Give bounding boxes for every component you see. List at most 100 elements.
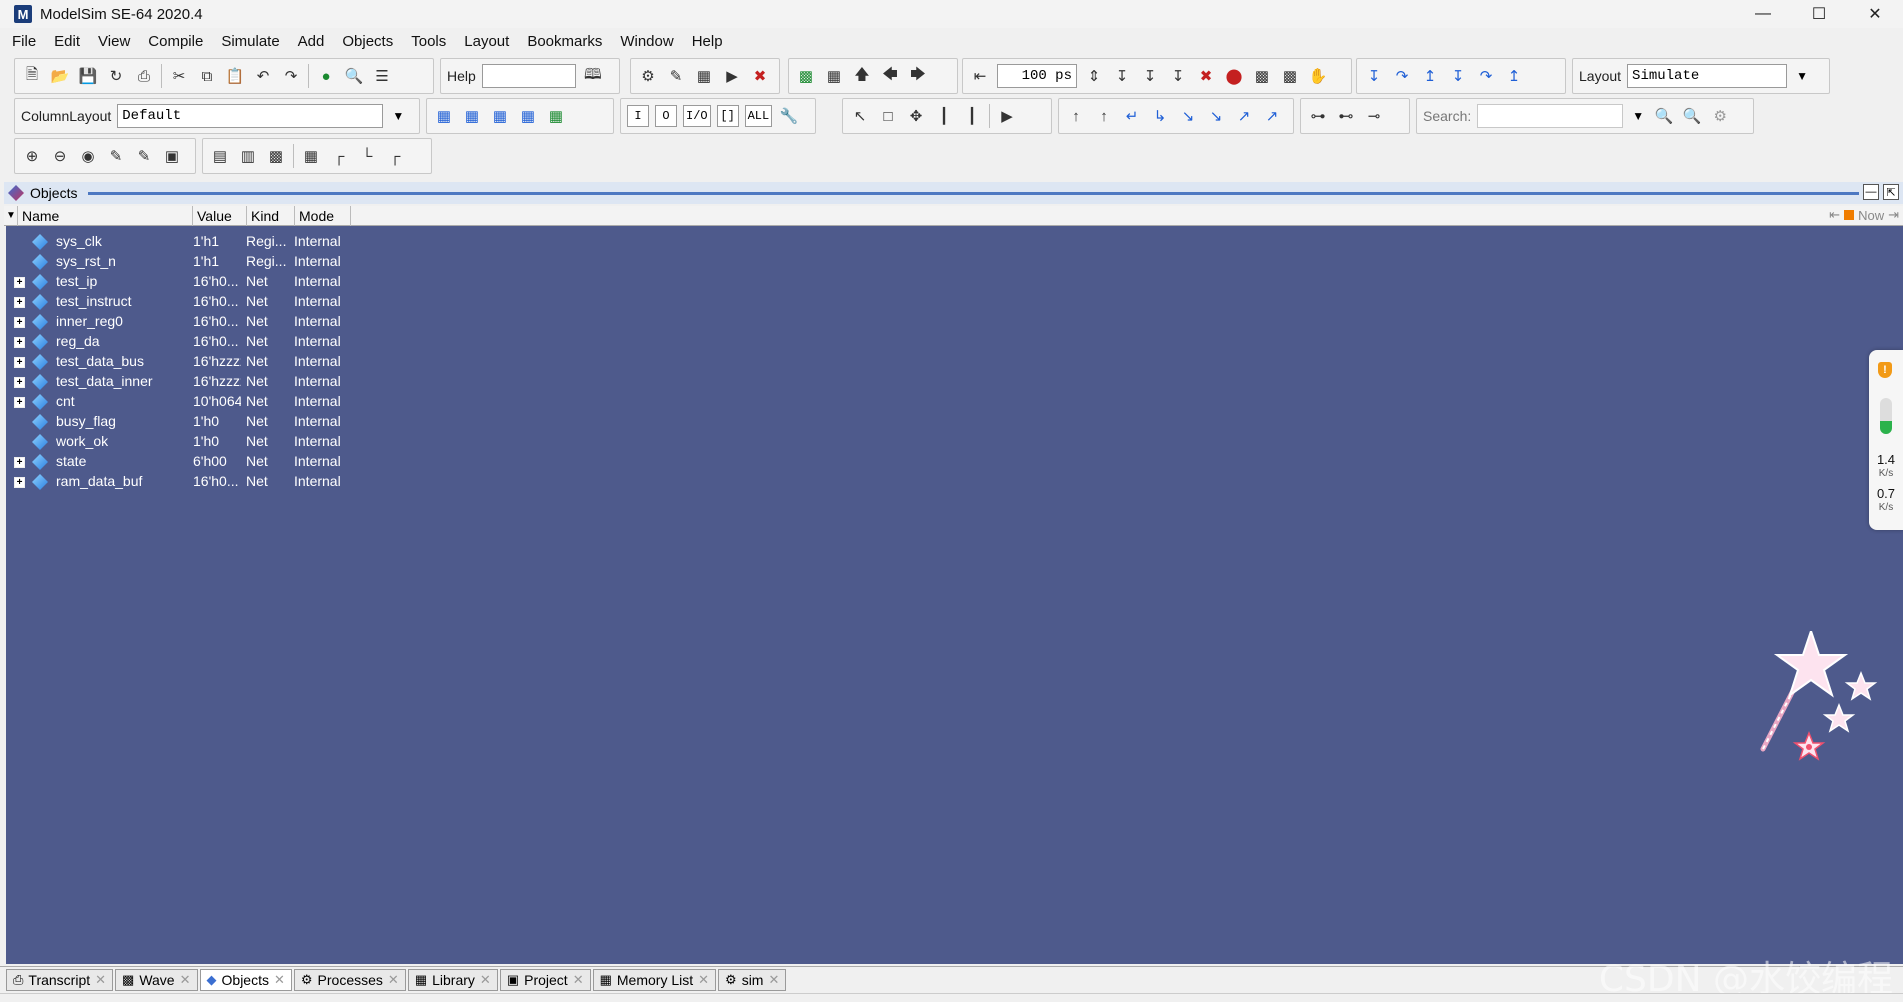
object-row[interactable]: busy_flag 1'h0 Net Internal bbox=[6, 412, 366, 432]
insert-cursor-icon[interactable]: ┃ bbox=[961, 105, 983, 127]
new-file-icon[interactable]: 🗎 bbox=[21, 65, 43, 87]
break-icon[interactable]: ✖ bbox=[749, 65, 771, 87]
expand-icon[interactable]: + bbox=[14, 357, 25, 368]
find-icon[interactable]: 🔍 bbox=[343, 65, 365, 87]
wave-fill-icon[interactable]: ▩ bbox=[265, 145, 287, 167]
select-pointer-icon[interactable]: ↖ bbox=[849, 105, 871, 127]
step-out-dropdown-icon[interactable]: ↥ bbox=[1503, 65, 1525, 87]
run-length-input[interactable]: 100 ps bbox=[997, 64, 1077, 88]
instance-icon[interactable]: ▦ bbox=[823, 65, 845, 87]
column-layout-select[interactable]: Default bbox=[117, 104, 384, 128]
cut-icon[interactable]: ✂ bbox=[168, 65, 190, 87]
tab-objects[interactable]: ◆ Objects ✕ bbox=[199, 968, 292, 991]
object-row[interactable]: + cnt 10'h064 Net Internal bbox=[6, 392, 366, 412]
filter-output-button[interactable]: O bbox=[655, 105, 677, 127]
menu-edit[interactable]: Edit bbox=[54, 33, 80, 50]
tab-library[interactable]: ▦ Library ✕ bbox=[407, 968, 498, 991]
back-arrow-icon[interactable]: 🡄 bbox=[879, 65, 901, 87]
expand-icon[interactable]: + bbox=[14, 397, 25, 408]
simulate-icon[interactable]: ▶ bbox=[721, 65, 743, 87]
break-run-icon[interactable]: ✖ bbox=[1195, 65, 1217, 87]
add-to-log-icon[interactable]: ▦ bbox=[489, 105, 511, 127]
tab-memory-list[interactable]: ▦ Memory List ✕ bbox=[592, 968, 717, 991]
previous-falling-icon[interactable]: ↘ bbox=[1177, 105, 1199, 127]
paste-icon[interactable]: 📋 bbox=[224, 65, 246, 87]
previous-rising-icon[interactable]: ↗ bbox=[1233, 105, 1255, 127]
wave-edge-icon[interactable]: ┌ bbox=[328, 145, 350, 167]
close-icon[interactable]: ✕ bbox=[573, 972, 584, 988]
tab-transcript[interactable]: ⎙ Transcript ✕ bbox=[6, 968, 114, 991]
object-row[interactable]: sys_clk 1'h1 Regi... Internal bbox=[6, 232, 366, 252]
zoom-in-icon[interactable]: ⊕ bbox=[21, 145, 43, 167]
tab-wave[interactable]: ▩ Wave ✕ bbox=[115, 968, 198, 991]
reload-icon[interactable]: ↻ bbox=[105, 65, 127, 87]
object-row[interactable]: + reg_da 16'h0... Net Internal bbox=[6, 332, 366, 352]
pane-drag-handle[interactable] bbox=[88, 192, 1859, 195]
next-transition-icon[interactable]: ↳ bbox=[1149, 105, 1171, 127]
close-icon[interactable]: ✕ bbox=[480, 972, 491, 988]
menu-view[interactable]: View bbox=[98, 33, 130, 50]
menu-simulate[interactable]: Simulate bbox=[221, 33, 279, 50]
find-next-edge-icon[interactable]: ↑ bbox=[1093, 105, 1115, 127]
object-row[interactable]: sys_rst_n 1'h1 Regi... Internal bbox=[6, 252, 366, 272]
menu-add[interactable]: Add bbox=[298, 33, 325, 50]
step-out-icon[interactable]: ↥ bbox=[1419, 65, 1441, 87]
undo-icon[interactable]: ↶ bbox=[252, 65, 274, 87]
search-options-icon[interactable]: ⚙ bbox=[1709, 105, 1731, 127]
run-all-icon[interactable]: ↧ bbox=[1167, 65, 1189, 87]
compile-icon[interactable]: ⚙ bbox=[637, 65, 659, 87]
step-into-icon[interactable]: ↧ bbox=[1363, 65, 1385, 87]
chevron-down-icon[interactable]: ▼ bbox=[1793, 64, 1811, 88]
zoom-full-icon[interactable]: ◉ bbox=[77, 145, 99, 167]
object-row[interactable]: + state 6'h00 Net Internal bbox=[6, 452, 366, 472]
menu-bookmarks[interactable]: Bookmarks bbox=[527, 33, 602, 50]
menu-file[interactable]: File bbox=[12, 33, 36, 50]
column-mode[interactable]: Mode bbox=[295, 205, 351, 226]
add-icon[interactable]: ● bbox=[315, 65, 337, 87]
wrench-icon[interactable]: 🔧 bbox=[778, 105, 800, 127]
menu-help[interactable]: Help bbox=[692, 33, 723, 50]
column-kind[interactable]: Kind bbox=[247, 205, 295, 226]
forward-arrow-icon[interactable]: 🡆 bbox=[907, 65, 929, 87]
stop-icon[interactable]: ⬤ bbox=[1223, 65, 1245, 87]
step-over-icon[interactable]: ↷ bbox=[1391, 65, 1413, 87]
close-icon[interactable]: ✕ bbox=[768, 972, 779, 988]
next-rising-icon[interactable]: ↗ bbox=[1261, 105, 1283, 127]
add-to-schematic-icon[interactable]: ▦ bbox=[545, 105, 567, 127]
memory-profile-icon[interactable]: ▩ bbox=[1279, 65, 1301, 87]
close-icon[interactable]: ✕ bbox=[698, 972, 709, 988]
filter-internal-button[interactable]: [] bbox=[716, 105, 739, 127]
print-icon[interactable]: ⎙ bbox=[133, 65, 155, 87]
zoom-out-icon[interactable]: ⊖ bbox=[49, 145, 71, 167]
tab-project[interactable]: ▣ Project ✕ bbox=[499, 968, 591, 991]
network-speed-widget[interactable]: ! 1.4 K/s 0.7 K/s bbox=[1869, 350, 1903, 530]
menu-layout[interactable]: Layout bbox=[464, 33, 509, 50]
wave-rise-icon[interactable]: ┌ bbox=[384, 145, 406, 167]
maximize-button[interactable]: ☐ bbox=[1791, 0, 1847, 28]
wave-grid-icon[interactable]: ▦ bbox=[300, 145, 322, 167]
object-row[interactable]: + inner_reg0 16'h0... Net Internal bbox=[6, 312, 366, 332]
compile-out-of-date-icon[interactable]: ✎ bbox=[665, 65, 687, 87]
redo-icon[interactable]: ↷ bbox=[280, 65, 302, 87]
object-row[interactable]: + ram_data_buf 16'h0... Net Internal bbox=[6, 472, 366, 492]
wave-expand-icon[interactable]: ▥ bbox=[237, 145, 259, 167]
restart-icon[interactable]: ⇤ bbox=[969, 65, 991, 87]
filter-input-button[interactable]: I bbox=[627, 105, 649, 127]
copy-icon[interactable]: ⧉ bbox=[196, 65, 218, 87]
object-row[interactable]: + test_data_inner 16'hzzzz Net Internal bbox=[6, 372, 366, 392]
open-folder-icon[interactable]: 📂 bbox=[49, 65, 71, 87]
menu-tools[interactable]: Tools bbox=[411, 33, 446, 50]
expand-icon[interactable]: + bbox=[14, 277, 25, 288]
add-to-wave-icon[interactable]: ▦ bbox=[433, 105, 455, 127]
close-icon[interactable]: ✕ bbox=[95, 972, 106, 988]
column-name[interactable]: Name bbox=[18, 205, 193, 226]
run-icon[interactable]: ↧ bbox=[1111, 65, 1133, 87]
up-arrow-icon[interactable]: 🡅 bbox=[851, 65, 873, 87]
previous-transition-icon[interactable]: ↵ bbox=[1121, 105, 1143, 127]
menu-window[interactable]: Window bbox=[620, 33, 673, 50]
object-row[interactable]: + test_instruct 16'h0... Net Internal bbox=[6, 292, 366, 312]
search-input[interactable] bbox=[1477, 104, 1624, 128]
wave-compress-icon[interactable]: ▤ bbox=[209, 145, 231, 167]
help-search-icon[interactable]: 🕮 bbox=[582, 65, 604, 87]
add-to-dataflow-icon[interactable]: ▦ bbox=[517, 105, 539, 127]
